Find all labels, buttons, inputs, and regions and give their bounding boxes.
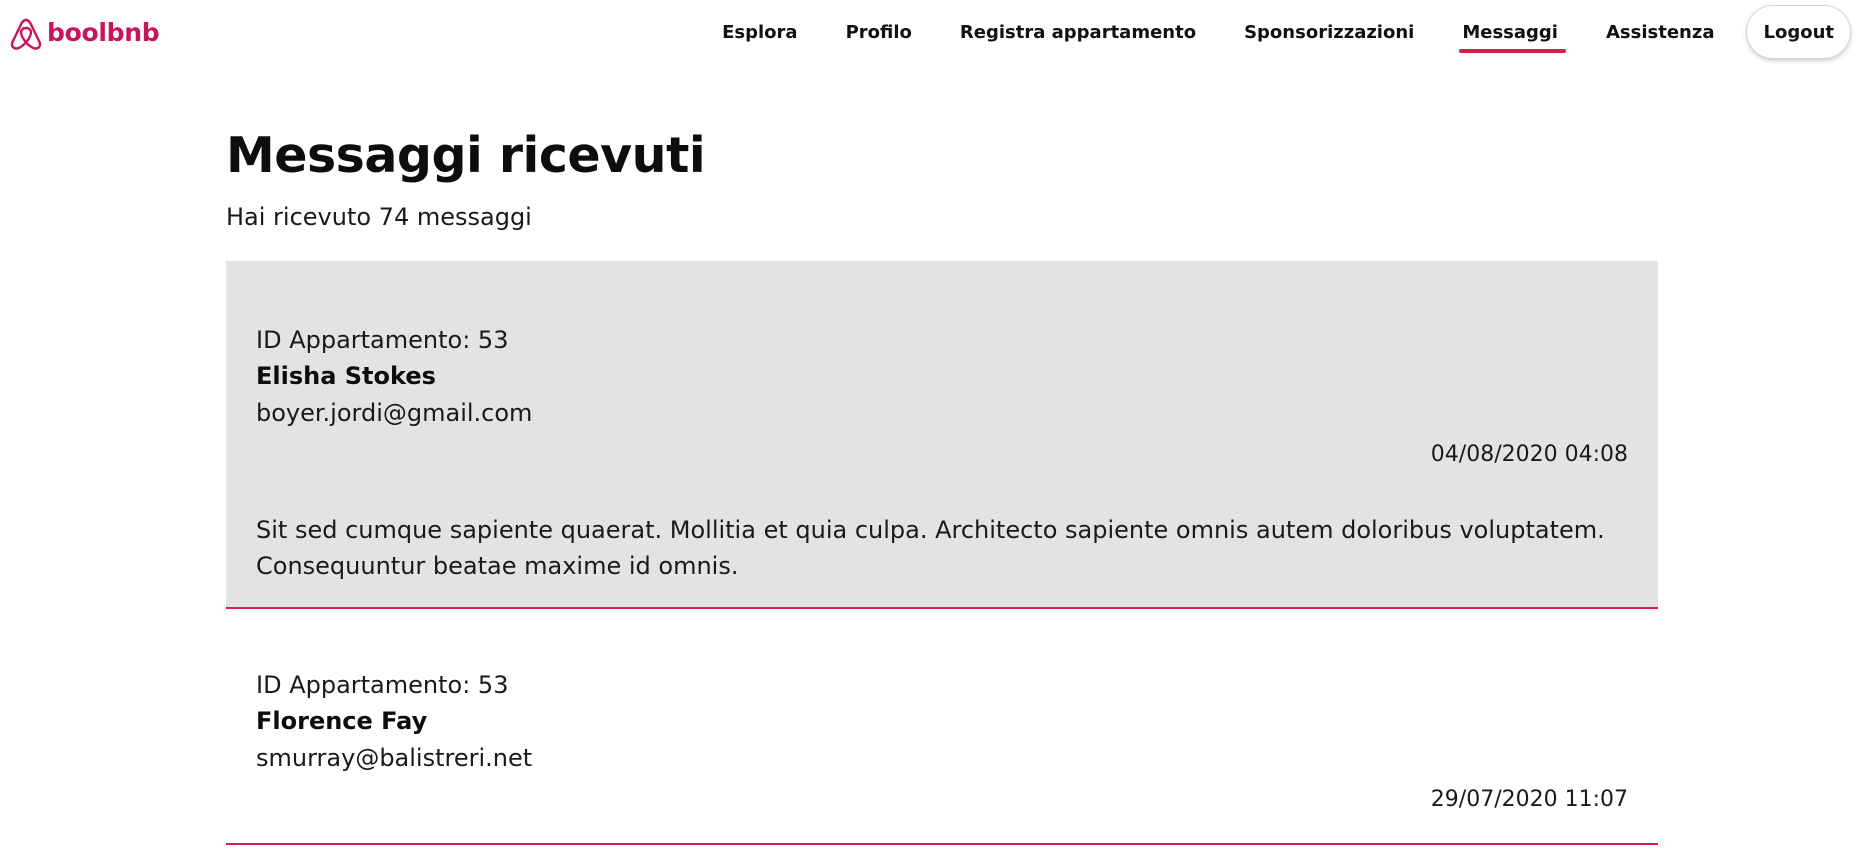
message-body: Sit sed cumque sapiente quaerat. Molliti… bbox=[256, 516, 1605, 580]
message-sender-name: Elisha Stokes bbox=[256, 362, 436, 390]
nav-item-registra-appartamento[interactable]: Registra appartamento bbox=[960, 22, 1196, 43]
message-list: ID Appartamento: 53 Elisha Stokes boyer.… bbox=[226, 261, 1658, 845]
nav-item-messaggi[interactable]: Messaggi bbox=[1459, 22, 1566, 53]
nav-item-profilo[interactable]: Profilo bbox=[846, 22, 912, 43]
page-subtitle: Hai ricevuto 74 messaggi bbox=[226, 203, 532, 231]
top-navbar: boolbnb Esplora Profilo Registra apparta… bbox=[0, 0, 1873, 64]
messages-page: Messaggi ricevuti Hai ricevuto 74 messag… bbox=[226, 120, 1658, 845]
message-apartment-id: ID Appartamento: 53 bbox=[256, 671, 509, 699]
message-card[interactable]: ID Appartamento: 53 Florence Fay smurray… bbox=[226, 609, 1658, 845]
airbnb-belo-logo-icon bbox=[6, 12, 46, 52]
nav-item-assistenza[interactable]: Assistenza bbox=[1606, 22, 1715, 43]
page-title: Messaggi ricevuti bbox=[226, 127, 706, 184]
message-date: 29/07/2020 11:07 bbox=[1430, 787, 1628, 812]
brand-name: boolbnb bbox=[47, 17, 160, 47]
message-date: 04/08/2020 04:08 bbox=[1430, 442, 1628, 467]
message-sender-email: smurray@balistreri.net bbox=[256, 744, 533, 772]
nav-item-sponsorizzazioni[interactable]: Sponsorizzazioni bbox=[1244, 22, 1414, 43]
message-sender-email: boyer.jordi@gmail.com bbox=[256, 399, 533, 427]
brand-logo[interactable]: boolbnb bbox=[6, 12, 160, 52]
nav-item-esplora[interactable]: Esplora bbox=[722, 22, 797, 43]
logout-button[interactable]: Logout bbox=[1746, 5, 1851, 59]
main-nav: Esplora Profilo Registra appartamento Sp… bbox=[722, 0, 1851, 64]
message-sender-name: Florence Fay bbox=[256, 707, 428, 735]
message-card[interactable]: ID Appartamento: 53 Elisha Stokes boyer.… bbox=[226, 261, 1658, 609]
message-apartment-id: ID Appartamento: 53 bbox=[256, 326, 509, 354]
